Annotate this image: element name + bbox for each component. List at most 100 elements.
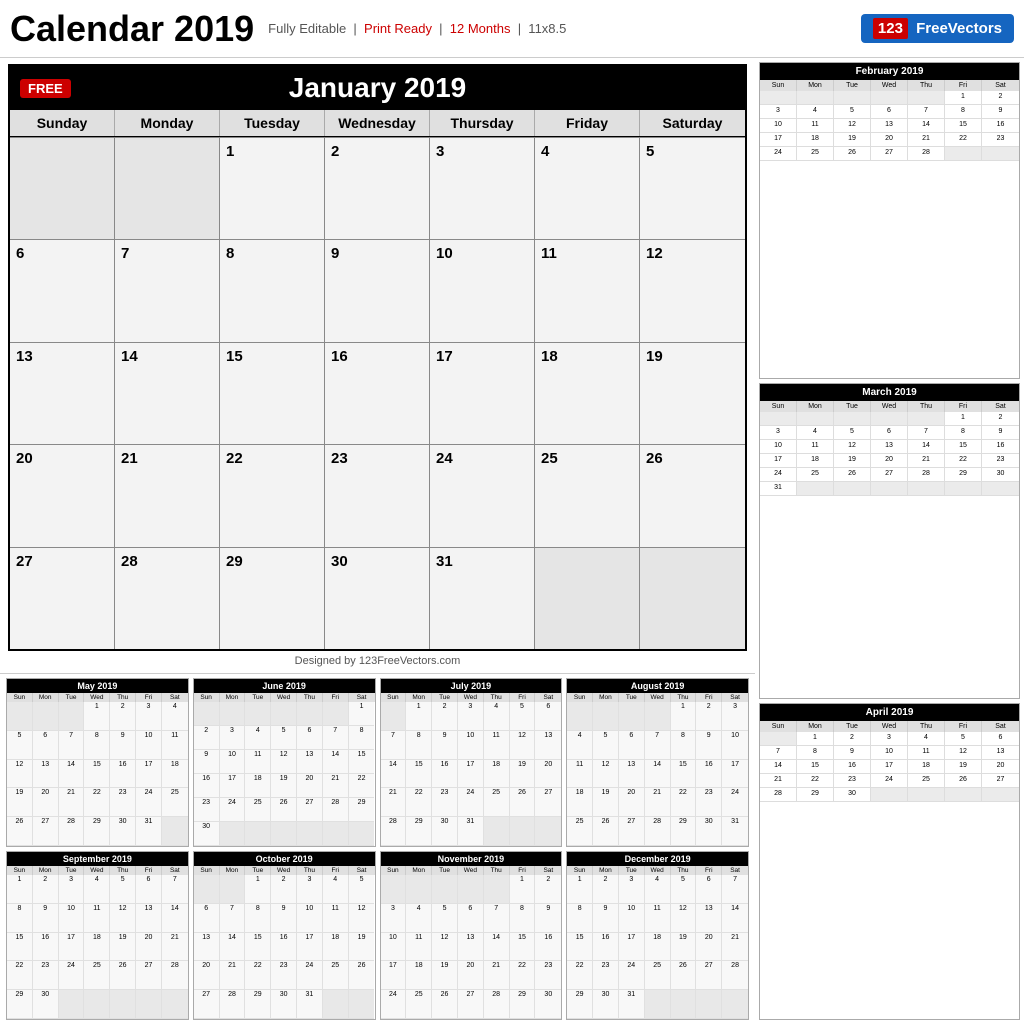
mini-cal-dow: SunMonTueWedThuFriSat <box>7 693 188 702</box>
mini-cal-body: 1234567891011121314151617181920212223242… <box>567 875 748 1019</box>
small-cal-day: 1 <box>797 732 834 746</box>
mini-cal-day: 15 <box>7 933 33 962</box>
mini-cal-day: 28 <box>484 990 510 1019</box>
mini-cal-day: 8 <box>406 731 432 760</box>
small-cal-day: 7 <box>760 746 797 760</box>
january-title: January 2019 <box>20 72 735 104</box>
mini-dow-label: Wed <box>271 866 297 875</box>
mini-cal-day: 2 <box>194 726 220 750</box>
mini-dow-label: Thu <box>671 693 697 702</box>
logo: 123 FreeVectors <box>861 14 1014 43</box>
small-cal-day <box>945 788 982 802</box>
mini-cal-day <box>323 822 349 846</box>
mini-dow-label: Wed <box>645 693 671 702</box>
small-cal-day: 17 <box>760 133 797 147</box>
mini-cal-day: 30 <box>432 817 458 846</box>
calendar-day-cell: 19 <box>640 343 745 444</box>
mini-cal-day: 28 <box>722 961 748 990</box>
mini-cal-day: 20 <box>136 933 162 962</box>
mini-calendar: June 2019SunMonTueWedThuFriSat1234567891… <box>193 678 376 847</box>
mini-calendar: September 2019SunMonTueWedThuFriSat12345… <box>6 851 189 1020</box>
small-cal-day: 25 <box>797 147 834 161</box>
mini-cal-day: 26 <box>349 961 375 990</box>
mini-cal-day: 26 <box>432 990 458 1019</box>
small-cal-day <box>945 482 982 496</box>
mini-cal-day: 8 <box>349 726 375 750</box>
mini-cal-day: 27 <box>619 817 645 846</box>
mini-calendar: November 2019SunMonTueWedThuFriSat123456… <box>380 851 563 1020</box>
mini-cal-day <box>7 702 33 731</box>
mini-cal-day: 4 <box>484 702 510 731</box>
mini-cal-day: 6 <box>535 702 561 731</box>
mini-calendar: October 2019SunMonTueWedThuFriSat1234567… <box>193 851 376 1020</box>
mini-cal-day <box>722 990 748 1019</box>
mini-cal-day: 19 <box>671 933 697 962</box>
dow-fri: Friday <box>535 110 640 136</box>
mini-cal-day: 6 <box>297 726 323 750</box>
mini-cal-day: 1 <box>671 702 697 731</box>
mini-cal-day <box>245 702 271 726</box>
small-cal-day: 11 <box>797 119 834 133</box>
mini-dow-label: Sun <box>381 866 407 875</box>
small-cal-day <box>908 788 945 802</box>
mini-dow-label: Sat <box>535 693 561 702</box>
mini-cal-day: 11 <box>245 750 271 774</box>
mini-cal-day: 7 <box>323 726 349 750</box>
small-cal-day: 29 <box>797 788 834 802</box>
calendar-day-cell: 14 <box>115 343 220 444</box>
mini-cal-day: 25 <box>323 961 349 990</box>
mini-dow-label: Wed <box>458 866 484 875</box>
small-cal-day <box>834 482 871 496</box>
logo-number: 123 <box>873 18 908 39</box>
mini-cal-day: 3 <box>381 904 407 933</box>
mini-cal-day: 19 <box>7 788 33 817</box>
mini-cal-day: 25 <box>406 990 432 1019</box>
dow-label: Fri <box>945 401 982 412</box>
small-cal-day: 7 <box>908 105 945 119</box>
small-cal-day: 23 <box>982 454 1019 468</box>
small-cal-day: 27 <box>871 147 908 161</box>
mini-dow-label: Sun <box>567 693 593 702</box>
small-cal-day: 23 <box>834 774 871 788</box>
calendar-day-cell <box>115 138 220 239</box>
small-cal-day: 13 <box>982 746 1019 760</box>
free-badge: FREE <box>20 79 71 98</box>
small-cal-day: 18 <box>797 133 834 147</box>
small-cal-day: 31 <box>760 482 797 496</box>
small-cal-day: 21 <box>908 133 945 147</box>
mini-dow-label: Wed <box>271 693 297 702</box>
mini-dow-label: Fri <box>136 866 162 875</box>
calendar-day-cell: 28 <box>115 548 220 649</box>
small-cal-day: 15 <box>797 760 834 774</box>
mini-cal-day: 9 <box>271 904 297 933</box>
mini-cal-day <box>271 702 297 726</box>
mini-cal-day: 26 <box>510 788 536 817</box>
small-cal-day: 2 <box>982 91 1019 105</box>
mini-cal-day: 14 <box>59 760 85 789</box>
mini-cal-day: 23 <box>33 961 59 990</box>
mini-dow-label: Tue <box>432 693 458 702</box>
dow-label: Sun <box>760 80 797 91</box>
small-cal-day: 3 <box>760 105 797 119</box>
mini-cal-day <box>349 822 375 846</box>
calendar-day-cell: 20 <box>10 445 115 546</box>
mini-cal-day: 8 <box>84 731 110 760</box>
mini-cal-day: 7 <box>484 904 510 933</box>
mini-cal-dow: SunMonTueWedThuFriSat <box>381 866 562 875</box>
mini-cal-day: 12 <box>7 760 33 789</box>
small-cal-day: 2 <box>834 732 871 746</box>
small-cal-day: 22 <box>945 454 982 468</box>
small-cal-grid: 1234567891011121314151617181920212223242… <box>760 91 1019 161</box>
mini-cal-body: 1234567891011121314151617181920212223242… <box>7 875 188 1019</box>
mini-cal-day: 1 <box>84 702 110 731</box>
dow-label: Thu <box>908 721 945 732</box>
mini-cal-day: 25 <box>484 788 510 817</box>
small-cal-day: 18 <box>797 454 834 468</box>
small-cal-day <box>982 147 1019 161</box>
mini-dow-label: Tue <box>619 693 645 702</box>
mini-cal-day <box>535 817 561 846</box>
mini-dow-label: Tue <box>59 693 85 702</box>
mini-cal-day: 4 <box>645 875 671 904</box>
mini-cal-title: August 2019 <box>567 679 748 693</box>
mini-dow-label: Sun <box>381 693 407 702</box>
